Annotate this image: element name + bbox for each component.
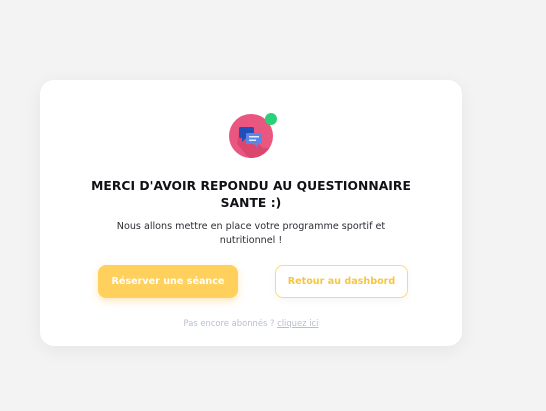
confirmation-message: Nous allons mettre en place votre progra… <box>106 220 396 247</box>
click-here-link[interactable]: cliquez ici <box>277 318 318 328</box>
avatar <box>229 113 277 158</box>
confirmation-title: MERCI D'AVOIR REPONDU AU QUESTIONNAIRE S… <box>80 178 422 212</box>
back-to-dashboard-button[interactable]: Retour au dashbord <box>275 265 408 298</box>
message-line-1: Nous allons mettre en place votre progra… <box>116 221 386 232</box>
title-line-1: MERCI D'AVOIR REPONDU AU QUESTIONNAIRE <box>91 179 411 193</box>
footer-text: Pas encore abonnés ? <box>183 318 275 328</box>
title-line-2: SANTE :) <box>220 196 282 210</box>
message-line-2: nutritionnel ! <box>219 234 283 246</box>
subscription-prompt: Pas encore abonnés ? cliquez ici <box>80 318 422 328</box>
online-status-icon <box>265 113 277 125</box>
book-session-button[interactable]: Réserver une séance <box>98 265 238 298</box>
thank-you-card: MERCI D'AVOIR REPONDU AU QUESTIONNAIRE S… <box>40 80 462 346</box>
